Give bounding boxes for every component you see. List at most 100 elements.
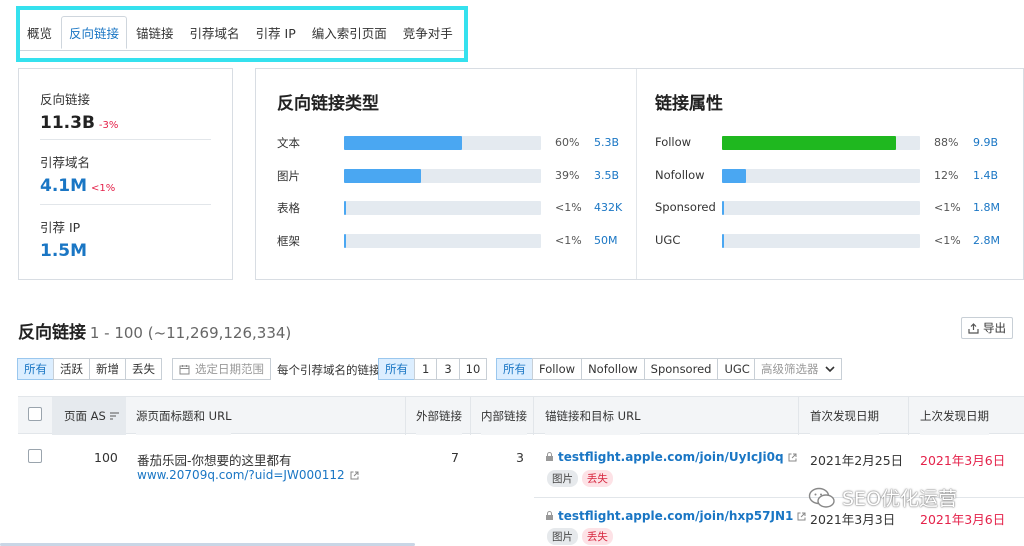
- filter-lost[interactable]: 丢失: [125, 358, 162, 380]
- select-all-checkbox[interactable]: [28, 407, 42, 421]
- bar-fill: [344, 136, 463, 150]
- divider: [470, 397, 471, 435]
- breakdown-row-label: 文本: [277, 136, 300, 150]
- breakdown-value[interactable]: 50M: [594, 234, 618, 247]
- row-external-links[interactable]: 7: [451, 450, 459, 465]
- bar-track: [722, 201, 920, 215]
- target-link[interactable]: testflight.apple.com/join/UyIcJi0q: [545, 450, 797, 464]
- row-checkbox[interactable]: [28, 449, 42, 463]
- type-sponsored[interactable]: Sponsored: [643, 358, 718, 380]
- bar-fill: [344, 201, 346, 215]
- breakdown-percent: 88%: [934, 136, 959, 149]
- link-breakdown-card: 反向链接类型 链接属性 文本 60% 5.3B 图片 39% 3.5B 表格 <1% 432K 框…: [255, 68, 1024, 280]
- tag-lost: 丢失: [581, 470, 613, 487]
- breakdown-value[interactable]: 432K: [594, 201, 622, 214]
- col-anchor-target[interactable]: 锚链接和目标 URL: [545, 397, 641, 435]
- stat-value[interactable]: 11.3B: [40, 113, 95, 133]
- breakdown-percent: <1%: [555, 201, 582, 214]
- external-link-icon[interactable]: [797, 512, 806, 521]
- watermark: SEO优化运营: [808, 484, 957, 511]
- filter-active[interactable]: 活跃: [53, 358, 89, 380]
- backlinks-range: 1 - 100 (~11,269,126,334): [89, 324, 292, 342]
- col-external-links[interactable]: 外部链接: [416, 397, 462, 435]
- per-domain-10[interactable]: 10: [458, 358, 488, 380]
- status-filter: 所有 活跃 新增 丢失: [17, 358, 162, 380]
- backlinks-heading: 反向链接 1 - 100 (~11,269,126,334): [18, 318, 291, 343]
- per-domain-label: 每个引荐域名的链接: [277, 363, 381, 377]
- lock-icon: [546, 452, 553, 461]
- divider: [40, 139, 211, 140]
- stat-label: 引荐域名: [40, 155, 91, 170]
- target-tags: 图片 丢失: [547, 470, 613, 487]
- type-follow[interactable]: Follow: [532, 358, 582, 380]
- col-source[interactable]: 源页面标题和 URL: [136, 397, 232, 435]
- watermark-text: SEO优化运营: [842, 488, 958, 510]
- divider: [405, 397, 406, 435]
- divider: [40, 204, 211, 205]
- bar-track: [344, 201, 541, 215]
- breakdown-value[interactable]: 1.4B: [973, 169, 998, 182]
- divider: [798, 397, 799, 435]
- target-link[interactable]: testflight.apple.com/join/hxp57JN1: [545, 509, 806, 523]
- tag-image: 图片: [547, 528, 578, 545]
- bar-track: [344, 233, 541, 248]
- bar-track: [722, 168, 920, 183]
- type-nofollow[interactable]: Nofollow: [581, 358, 644, 380]
- sort-icon: [109, 412, 119, 420]
- stat-referring-ips: 引荐 IP 1.5M: [40, 217, 87, 261]
- type-all[interactable]: 所有: [496, 358, 532, 380]
- bar-fill: [722, 201, 724, 215]
- external-link-icon[interactable]: [350, 471, 359, 480]
- last-seen-date: 2021年3月6日: [920, 512, 1006, 527]
- tag-lost: 丢失: [581, 528, 613, 545]
- stat-value[interactable]: 1.5M: [40, 241, 87, 261]
- advanced-filters-dropdown[interactable]: 高级筛选器: [754, 358, 842, 380]
- col-last-seen[interactable]: 上次发现日期: [920, 397, 989, 435]
- target-url[interactable]: testflight.apple.com/join/hxp57JN1: [558, 509, 793, 523]
- breakdown-value[interactable]: 5.3B: [594, 136, 619, 149]
- row-source-url[interactable]: www.20709q.com/?uid=JW000112: [137, 468, 345, 482]
- col-page-as[interactable]: 页面 AS: [52, 397, 126, 435]
- breakdown-row-label: Follow: [655, 135, 692, 149]
- breakdown-value[interactable]: 2.8M: [973, 234, 1000, 247]
- filter-new[interactable]: 新增: [89, 358, 125, 380]
- divider: [533, 397, 534, 435]
- breakdown-row-label: UGC: [655, 232, 681, 247]
- col-first-seen[interactable]: 首次发现日期: [810, 397, 879, 435]
- col-internal-links[interactable]: 内部链接: [481, 397, 527, 435]
- first-seen-date: 2021年3月3日: [810, 512, 896, 527]
- type-ugc[interactable]: UGC: [717, 358, 757, 380]
- bar-track: [722, 136, 920, 150]
- external-link-icon[interactable]: [788, 453, 797, 462]
- per-domain-1[interactable]: 1: [414, 358, 437, 380]
- row-internal-links[interactable]: 3: [516, 450, 524, 465]
- export-button[interactable]: 导出: [961, 317, 1013, 339]
- stat-delta: <1%: [91, 183, 116, 194]
- bar-track: [344, 168, 541, 183]
- stat-value[interactable]: 4.1M: [40, 176, 87, 196]
- stat-label: 反向链接: [40, 92, 91, 107]
- breakdown-value[interactable]: 3.5B: [594, 169, 619, 182]
- breakdown-row-label: 框架: [277, 233, 300, 248]
- bar-fill: [722, 233, 724, 248]
- row-source-link[interactable]: www.20709q.com/?uid=JW000112: [137, 468, 359, 482]
- per-domain-3[interactable]: 3: [436, 358, 459, 380]
- row-page-as: 100: [94, 450, 118, 465]
- target-tags: 图片 丢失: [547, 528, 613, 545]
- stats-card: 反向链接 11.3B -3% 引荐域名 4.1M <1% 引荐 IP 1.5M: [18, 68, 233, 280]
- date-range-picker[interactable]: 选定日期范围: [172, 358, 271, 380]
- wechat-icon: [808, 487, 835, 508]
- chevron-down-icon: [824, 365, 835, 372]
- export-icon: [968, 322, 979, 334]
- calendar-icon: [179, 364, 190, 374]
- per-domain-all[interactable]: 所有: [378, 358, 414, 380]
- highlight-frame: [16, 6, 468, 62]
- link-types-title: 反向链接类型: [277, 94, 379, 114]
- breakdown-value[interactable]: 1.8M: [973, 201, 1000, 214]
- breakdown-percent: <1%: [934, 233, 961, 247]
- filter-all[interactable]: 所有: [17, 358, 53, 380]
- bar-track: [722, 233, 920, 248]
- bar-fill: [722, 168, 746, 183]
- breakdown-value[interactable]: 9.9B: [973, 136, 998, 149]
- target-url[interactable]: testflight.apple.com/join/UyIcJi0q: [558, 450, 784, 464]
